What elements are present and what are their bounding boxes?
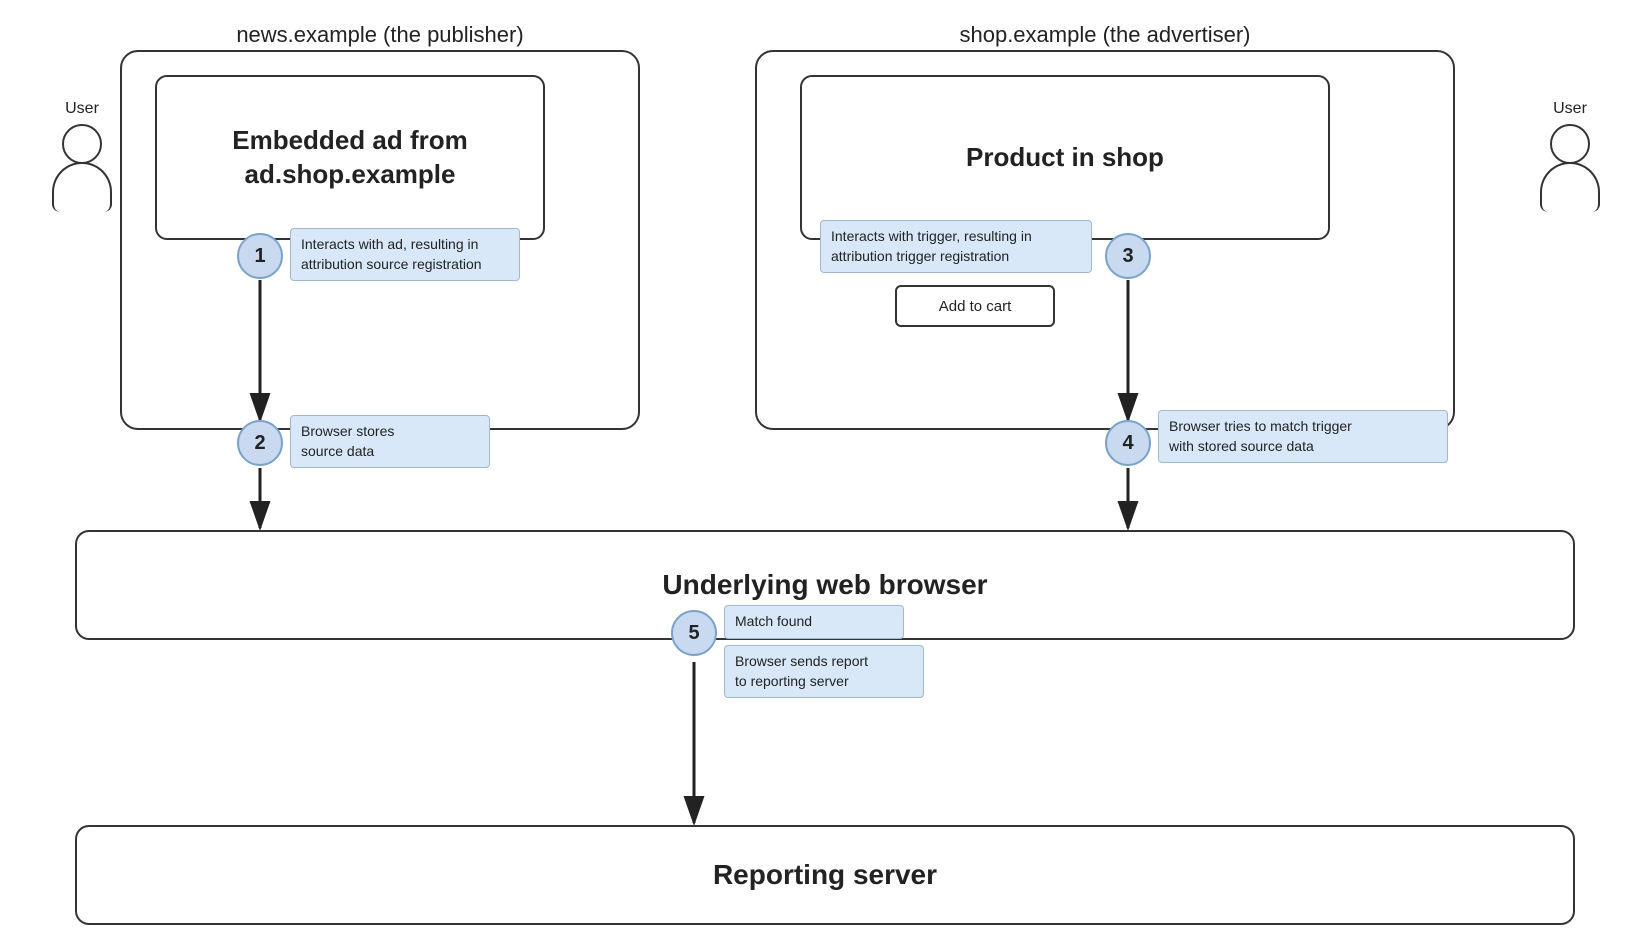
step1-circle: 1 [237,233,283,279]
step3-circle: 3 [1105,233,1151,279]
reporting-server-box: Reporting server [75,825,1575,925]
step1-info-box: Interacts with ad, resulting in attribut… [290,228,520,281]
left-user-label: User [65,100,99,118]
right-user-head [1550,124,1590,164]
advertiser-product-label: Product in shop [966,142,1164,173]
left-user-head [62,124,102,164]
step4-info-box: Browser tries to match trigger with stor… [1158,410,1448,463]
step3-info-box: Interacts with trigger, resulting in att… [820,220,1092,273]
left-user-body [52,162,112,212]
step5a-info-box: Match found [724,605,904,639]
browser-label: Underlying web browser [662,569,987,601]
step5-circle: 5 [671,610,717,656]
left-user-figure: User [52,100,112,212]
add-to-cart-button[interactable]: Add to cart [895,285,1055,327]
reporting-label: Reporting server [713,859,937,891]
diagram: news.example (the publisher) Embedded ad… [0,0,1652,948]
step4-circle: 4 [1105,420,1151,466]
step2-circle: 2 [237,420,283,466]
publisher-inner-box: Embedded ad from ad.shop.example [155,75,545,240]
right-user-body [1540,162,1600,212]
advertiser-inner-box: Product in shop [800,75,1330,240]
step2-info-box: Browser stores source data [290,415,490,468]
right-user-label: User [1553,100,1587,118]
publisher-label: news.example (the publisher) [120,22,640,48]
advertiser-label: shop.example (the advertiser) [755,22,1455,48]
step5b-info-box: Browser sends report to reporting server [724,645,924,698]
publisher-ad-label: Embedded ad from ad.shop.example [232,124,467,192]
right-user-figure: User [1540,100,1600,212]
